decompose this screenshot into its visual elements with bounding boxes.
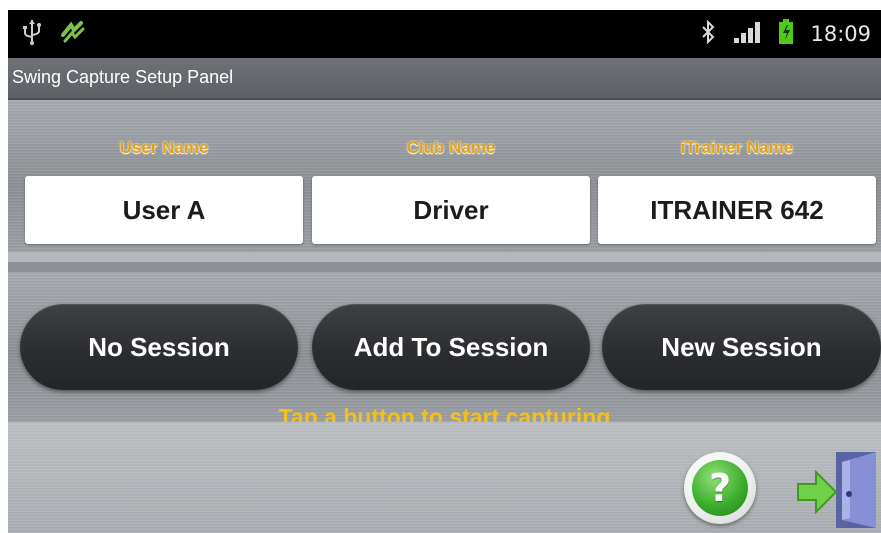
names-panel: User Name Club Name iTrainer Name User A… <box>8 100 881 262</box>
status-clock: 18:09 <box>810 22 871 46</box>
add-to-session-button[interactable]: Add To Session <box>312 304 590 390</box>
status-bar: 18:09 <box>8 10 881 58</box>
question-mark-icon: ? <box>692 460 748 516</box>
sync-icon <box>60 20 86 48</box>
club-name-field[interactable]: Driver <box>312 176 590 244</box>
session-panel: No Session Add To Session New Session Ta… <box>8 272 881 430</box>
itrainer-name-field[interactable]: ITRAINER 642 <box>598 176 876 244</box>
itrainer-name-label: iTrainer Name <box>680 138 794 157</box>
title-bar: Swing Capture Setup Panel <box>8 58 881 100</box>
club-name-label: Club Name <box>406 138 496 157</box>
usb-icon <box>22 19 42 50</box>
user-name-value: User A <box>122 194 206 225</box>
exit-door-icon <box>797 452 876 528</box>
itrainer-name-value: ITRAINER 642 <box>650 194 824 225</box>
user-name-label: User Name <box>119 138 209 157</box>
help-button[interactable]: ? <box>684 452 756 524</box>
app-title: Swing Capture Setup Panel <box>12 67 234 87</box>
user-name-field[interactable]: User A <box>25 176 303 244</box>
signal-icon <box>732 20 762 49</box>
device-screen: 18:09 Swing Capture Setup Panel User Nam… <box>8 10 881 533</box>
footer-panel: ? <box>8 422 881 533</box>
no-session-button[interactable]: No Session <box>20 304 298 390</box>
bluetooth-icon <box>700 19 716 49</box>
new-session-button[interactable]: New Session <box>602 304 881 390</box>
exit-button[interactable] <box>792 448 881 532</box>
battery-icon <box>778 18 794 50</box>
club-name-value: Driver <box>413 194 489 225</box>
